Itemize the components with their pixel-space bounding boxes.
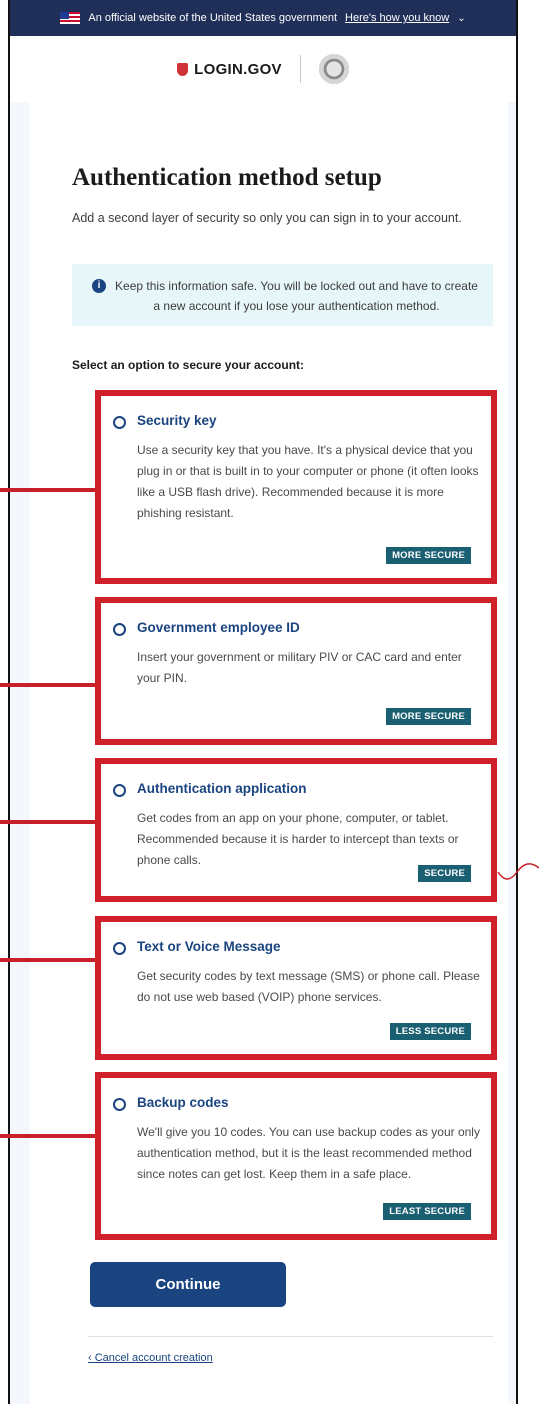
option-title[interactable]: Authentication application	[137, 781, 307, 796]
annotation-squiggle	[497, 863, 539, 880]
security-badge: MORE SECURE	[386, 547, 471, 564]
radio-button[interactable]	[113, 784, 126, 797]
annotation-connector	[0, 820, 95, 824]
cancel-account-link[interactable]: ‹ Cancel account creation	[88, 1352, 213, 1364]
brand-divider	[299, 55, 301, 83]
option-government-employee-id[interactable]: Government employee ID Insert your gover…	[95, 597, 497, 745]
option-title[interactable]: Security key	[137, 413, 217, 428]
info-alert: i Keep this information safe. You will b…	[72, 264, 493, 326]
option-description: Insert your government or military PIV o…	[137, 650, 462, 685]
security-badge: SECURE	[418, 865, 471, 882]
radio-button[interactable]	[113, 416, 126, 429]
annotation-connector	[0, 958, 95, 962]
annotation-connector	[0, 683, 95, 687]
gov-banner-link[interactable]: Here's how you know	[345, 12, 449, 24]
security-badge: LESS SECURE	[389, 1023, 471, 1040]
annotation-connector	[0, 1134, 95, 1138]
option-authentication-application[interactable]: Authentication application Get codes fro…	[95, 758, 497, 902]
option-description: Use a security key that you have. It's a…	[137, 443, 479, 520]
page-title: Authentication method setup	[72, 164, 382, 191]
brand-header: LOGIN.GOV	[10, 36, 516, 102]
gov-banner: An official website of the United States…	[10, 0, 516, 36]
radio-button[interactable]	[113, 942, 126, 955]
annotation-connector	[0, 488, 95, 492]
security-badge: LEAST SECURE	[383, 1203, 471, 1220]
radio-button[interactable]	[113, 1098, 126, 1111]
option-description: Get codes from an app on your phone, com…	[137, 811, 459, 867]
option-title[interactable]: Text or Voice Message	[137, 939, 281, 954]
select-label: Select an option to secure your account:	[72, 358, 305, 372]
option-security-key[interactable]: Security key Use a security key that you…	[95, 390, 497, 584]
radio-button[interactable]	[113, 623, 126, 636]
alert-text: Keep this information safe. You will be …	[115, 279, 478, 313]
gov-banner-text: An official website of the United States…	[88, 12, 338, 24]
agency-seal-icon	[318, 54, 349, 84]
option-backup-codes[interactable]: Backup codes We'll give you 10 codes. Yo…	[95, 1072, 497, 1240]
us-flag-icon	[60, 12, 81, 24]
option-description: Get security codes by text message (SMS)…	[137, 969, 480, 1004]
logo-text: LOGIN.GOV	[194, 60, 282, 78]
chevron-down-icon[interactable]: ⌄	[457, 13, 465, 24]
option-title[interactable]: Government employee ID	[137, 620, 300, 635]
page-intro: Add a second layer of security so only y…	[72, 211, 462, 225]
info-icon: i	[92, 279, 106, 293]
option-description: We'll give you 10 codes. You can use bac…	[137, 1125, 480, 1181]
continue-button[interactable]: Continue	[90, 1262, 286, 1307]
security-badge: MORE SECURE	[386, 708, 471, 725]
footer-divider	[88, 1336, 493, 1337]
login-gov-logo[interactable]: LOGIN.GOV	[177, 61, 282, 78]
option-title[interactable]: Backup codes	[137, 1095, 229, 1110]
option-text-or-voice[interactable]: Text or Voice Message Get security codes…	[95, 916, 497, 1060]
shield-icon	[177, 62, 189, 76]
